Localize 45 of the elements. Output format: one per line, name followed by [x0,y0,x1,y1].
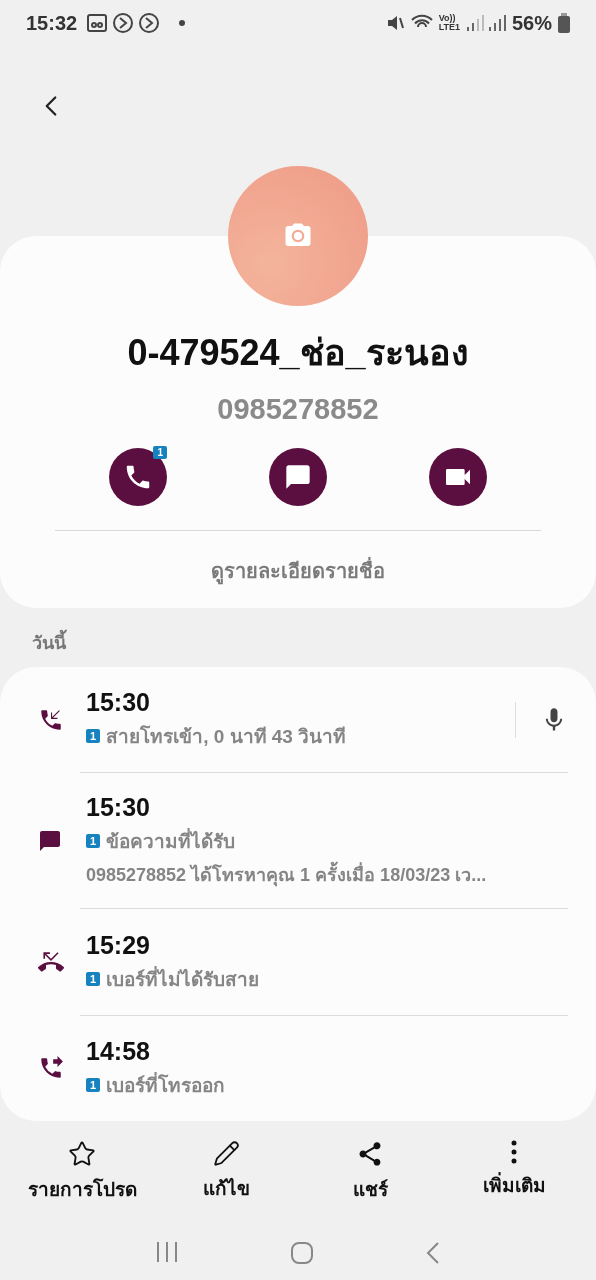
toolbar-button[interactable]: รายการโปรด [12,1139,152,1205]
signal-icon [465,14,506,32]
video-call-button[interactable] [429,448,487,506]
dot-icon [179,20,186,26]
log-time: 15:30 [86,688,151,718]
call-button[interactable]: 1 [109,448,167,506]
log-type: สายโทรเข้า, 0 นาที 43 วินาที [106,724,347,750]
chat-bubble-icon [284,463,312,491]
toolbar-button[interactable]: แชร์ [300,1139,440,1205]
call-log-item[interactable]: 15:30 1 ข้อความที่ได้รับ 0985278852 ได้โทรหาคุณ 1 ครั้งเมื่อ 18/03/23 เว... [0,773,596,909]
view-contact-link[interactable]: ดูรายละเอียดรายชื่อ [211,555,385,587]
recent-apps-button[interactable] [155,1241,180,1265]
call-log-item[interactable]: 15:30 1 สายโทรเข้า, 0 นาที 43 วินาที [0,667,596,773]
phone-number: 0985278852 [217,393,379,426]
sim-badge: 1 [86,971,101,986]
toolbar-button[interactable]: เพิ่มเติม [444,1139,584,1205]
log-type: เบอร์ที่โทรออก [106,1071,226,1098]
message-icon [38,828,62,853]
log-time: 15:30 [86,792,151,822]
sim-badge: 1 [86,833,101,848]
log-type: ข้อความที่ได้รับ [106,827,236,854]
volte-label: Vo)) LTE1 [438,14,460,32]
log-type: เบอร์ที่ไม่ได้รับสาย [106,965,260,992]
back-nav-button[interactable] [424,1241,441,1265]
sim-badge: 1 [153,446,167,459]
clock: 15:32 [26,11,78,35]
battery-icon [558,13,570,33]
section-title: วันนี้ [0,608,596,667]
sim-badge: 1 [86,1077,101,1092]
voicemail-icon [87,14,108,32]
call-log-item[interactable]: 14:58 1 เบอร์ที่โทรออก [0,1015,596,1121]
message-button[interactable] [269,448,327,506]
log-time: 14:58 [86,1036,151,1066]
message-preview: 0985278852 ได้โทรหาคุณ 1 ครั้งเมื่อ 18/03/23 เว... [86,859,568,889]
mute-icon [386,14,405,32]
log-time: 15:29 [86,930,151,960]
star-icon [68,1140,96,1168]
toolbar-button[interactable]: แก้ไข [156,1139,296,1205]
call-log-item[interactable]: 15:29 1 เบอร์ที่ไม่ได้รับสาย [0,909,596,1015]
contact-name: 0-479524_ช่อ_ระนอง [127,331,469,375]
pencil-icon [212,1140,240,1167]
home-button[interactable] [290,1241,314,1265]
sim-badge: 1 [86,729,101,744]
more-icon [511,1140,517,1164]
battery-percentage: 56% [511,11,552,35]
